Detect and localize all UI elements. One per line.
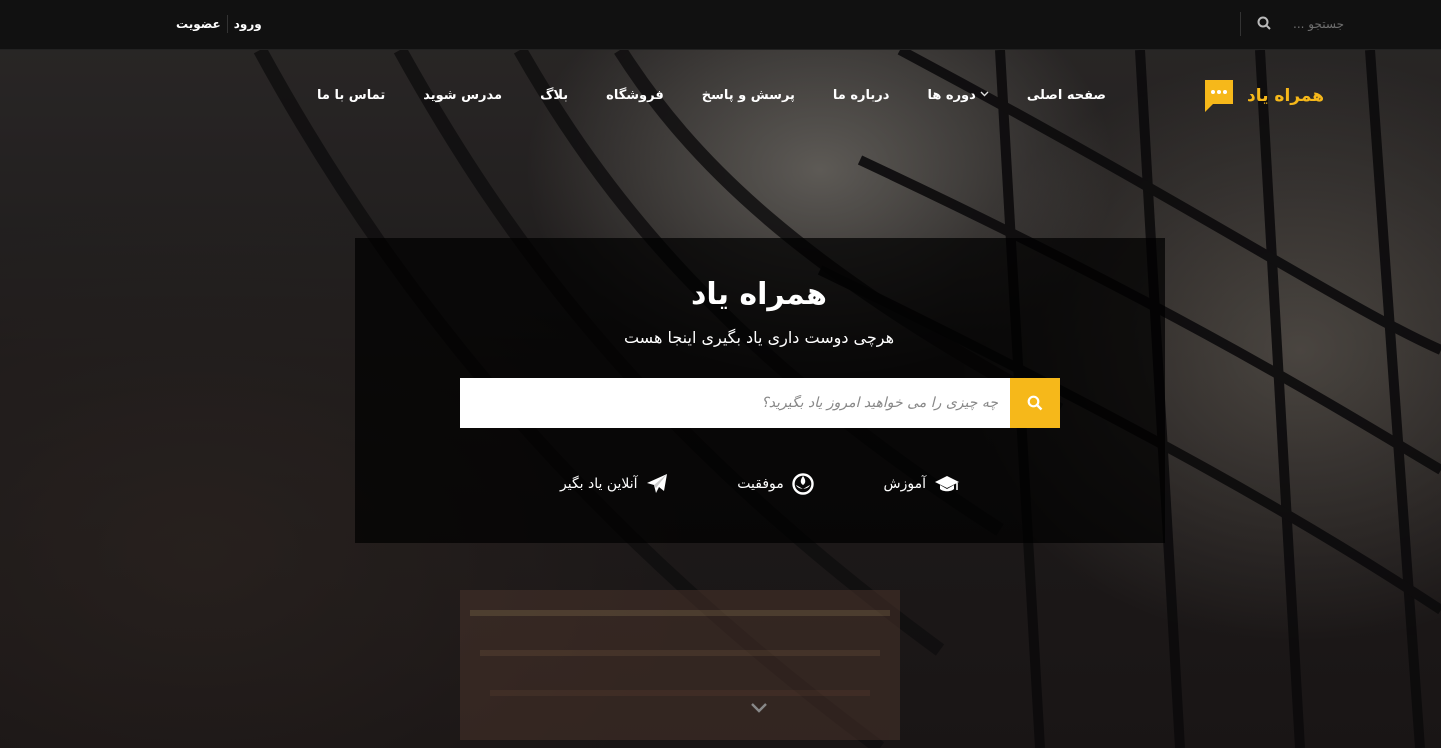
search-icon [1027, 395, 1043, 411]
nav-item-blog[interactable]: بلاگ [521, 88, 587, 103]
hero-subtitle: هرچی دوست داری یاد بگیری اینجا هست [623, 328, 895, 347]
nav-item-courses[interactable]: دوره ها [908, 88, 1007, 103]
nav-item-label: بلاگ [540, 87, 569, 103]
nav-item-label: تماس با ما [317, 87, 386, 103]
nav-item-shop[interactable]: فروشگاه [587, 88, 683, 103]
nav-item-label: دوره ها [927, 87, 976, 103]
graduation-cap-icon [934, 476, 959, 492]
scroll-down-chevron-icon[interactable] [750, 700, 768, 714]
nav-item-label: پرسش و پاسخ [701, 87, 795, 103]
nav-item-about[interactable]: درباره ما [814, 88, 909, 103]
nav-item-label: صفحه اصلی [1026, 87, 1106, 103]
rebel-icon [792, 473, 814, 495]
logo-text: همراه یاد [1247, 86, 1325, 106]
topbar-search [1240, 12, 1350, 36]
nav-item-label: درباره ما [832, 87, 890, 103]
feature-education: آموزش [884, 474, 960, 494]
auth-links: عضویت ورود [170, 14, 268, 34]
topbar-search-input[interactable] [1286, 17, 1344, 31]
feature-success: موفقیت [737, 473, 814, 495]
feature-online-learning: آنلاین یاد بگیر [560, 473, 668, 495]
hero-search-form [460, 378, 1060, 428]
hero-features: آموزش موفقیت آنلاین یاد بگیر [560, 470, 960, 498]
nav-item-home[interactable]: صفحه اصلی [1008, 88, 1125, 103]
main-nav: صفحه اصلی دوره ها درباره ما پرسش و پاسخ … [298, 84, 1125, 106]
nav-item-label: مدرس شوید [423, 87, 503, 103]
top-bar: عضویت ورود [0, 0, 1441, 50]
register-link[interactable]: عضویت [170, 17, 227, 31]
search-icon[interactable] [1257, 15, 1271, 34]
paper-plane-icon [646, 474, 667, 493]
nav-item-become-teacher[interactable]: مدرس شوید [404, 88, 521, 103]
site-logo[interactable]: همراه یاد [1203, 76, 1343, 116]
nav-item-contact[interactable]: تماس با ما [298, 88, 404, 103]
feature-label: آنلاین یاد بگیر [560, 476, 638, 492]
hero-title: همراه یاد [691, 277, 827, 312]
chevron-down-icon [980, 90, 989, 100]
nav-item-qa[interactable]: پرسش و پاسخ [683, 88, 814, 103]
chat-bubble-logo-icon [1205, 80, 1233, 112]
login-link[interactable]: ورود [228, 17, 268, 31]
hero-search-button[interactable] [1010, 378, 1060, 428]
nav-item-label: فروشگاه [606, 87, 664, 103]
feature-label: موفقیت [737, 476, 784, 492]
hero-search-input[interactable] [460, 378, 1010, 428]
feature-label: آموزش [883, 476, 926, 492]
